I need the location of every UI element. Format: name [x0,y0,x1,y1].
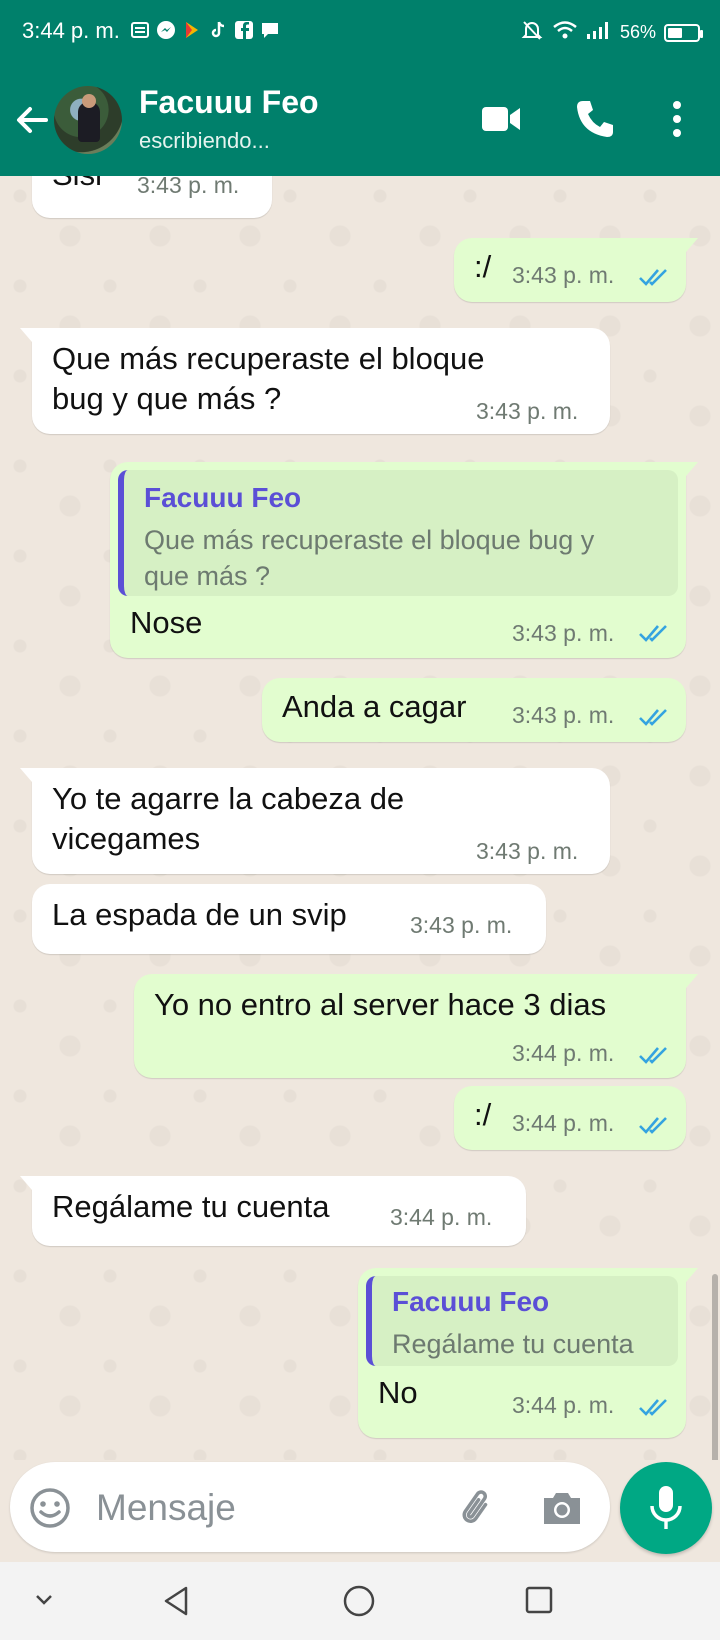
chat-header: Facuuu Feo escribiendo... [0,66,720,176]
news-icon [130,20,150,40]
message-text: Nose [130,605,203,640]
read-ticks-icon [639,625,667,642]
message-outgoing[interactable]: :/ 3:43 p. m. [454,238,698,302]
contact-name[interactable]: Facuuu Feo [139,84,319,121]
scrollbar[interactable] [712,1274,718,1460]
attach-icon[interactable] [456,1486,500,1535]
collapse-icon[interactable] [32,1590,56,1615]
message-incoming[interactable]: Yo te agarre la cabeza de vicegames 3:43… [20,768,610,874]
phone-icon[interactable] [574,98,616,145]
quoted-message[interactable]: Facuuu Feo Regálame tu cuenta [366,1276,678,1366]
message-time: 3:44 p. m. [512,1040,615,1066]
messenger-icon [156,20,176,40]
quoted-sender: Facuuu Feo [144,482,302,513]
camera-icon[interactable] [540,1488,584,1533]
mic-icon [648,1484,684,1537]
quoted-text-line1: Que más recuperaste el bloque bug y [144,525,595,555]
play-games-icon [182,20,202,40]
message-outgoing[interactable]: :/ 3:44 p. m. [454,1086,686,1150]
battery-percent: 56% [619,22,656,42]
message-composer [10,1462,610,1552]
message-text: No [378,1375,418,1410]
message-text-line1: Yo te agarre la cabeza de [52,781,405,816]
message-text: Yo no entro al server hace 3 dias [154,987,607,1022]
avatar-figure [78,102,100,142]
back-arrow-icon[interactable] [12,100,52,140]
read-ticks-icon [639,1399,667,1416]
status-bar: 3:44 p. m. 56% [0,0,720,66]
video-call-icon[interactable] [480,98,522,145]
read-ticks-icon [639,709,667,726]
message-text: Anda a cagar [282,689,467,724]
contact-status: escribiendo... [139,128,270,153]
back-icon[interactable] [160,1584,194,1623]
facebook-icon [234,20,254,40]
chat-area[interactable]: Sisi 3:43 p. m. :/ 3:43 p. m. Que más re… [0,176,720,1460]
message-outgoing[interactable]: Anda a cagar 3:43 p. m. [262,678,686,742]
recents-icon[interactable] [523,1584,555,1621]
message-time: 3:44 p. m. [512,1392,615,1418]
message-outgoing-reply[interactable]: Facuuu Feo Que más recuperaste el bloque… [110,462,698,658]
quoted-sender: Facuuu Feo [392,1286,550,1317]
signal-icon [586,19,612,46]
status-time: 3:44 p. m. [22,18,120,43]
read-ticks-icon [639,269,667,286]
message-incoming[interactable]: Regálame tu cuenta 3:44 p. m. [20,1176,526,1246]
quoted-message[interactable]: Facuuu Feo Que más recuperaste el bloque… [118,470,678,596]
message-text: Sisi [52,176,102,196]
system-icons: 56% [520,18,703,47]
wifi-icon [552,19,578,46]
message-text: La espada de un svip [52,897,347,932]
avatar[interactable] [54,86,122,154]
message-incoming[interactable]: Que más recuperaste el bloque bug y que … [20,328,610,434]
message-text: :/ [474,1097,492,1132]
message-incoming[interactable]: La espada de un svip 3:43 p. m. [32,884,546,954]
message-input[interactable] [94,1482,428,1534]
message-text-line2: vicegames [52,821,201,856]
muted-bell-icon [520,18,544,47]
message-icon [260,20,280,40]
message-time: 3:43 p. m. [410,912,513,938]
avatar-head [82,94,96,108]
message-time: 3:44 p. m. [512,1110,615,1136]
notification-icons [130,20,280,40]
battery-level [668,27,682,38]
read-ticks-icon [639,1117,667,1134]
battery-icon [664,23,703,42]
message-outgoing[interactable]: Yo no entro al server hace 3 dias 3:44 p… [134,974,698,1078]
message-time: 3:43 p. m. [512,702,615,728]
home-icon[interactable] [342,1584,376,1623]
mic-button[interactable] [620,1462,712,1554]
message-time: 3:44 p. m. [390,1204,493,1230]
message-text: :/ [474,249,492,284]
read-ticks-icon [639,1047,667,1064]
message-time: 3:43 p. m. [512,262,615,288]
tiktok-icon [208,20,228,40]
message-text-line2: bug y que más ? [52,381,282,416]
more-options-icon[interactable] [662,98,692,145]
message-text-line1: Que más recuperaste el bloque [52,341,485,376]
quoted-text: Regálame tu cuenta [392,1329,634,1359]
quoted-text-line2: que más ? [144,561,271,591]
message-time: 3:43 p. m. [476,398,579,424]
message-time: 3:43 p. m. [476,838,579,864]
emoji-icon[interactable] [28,1486,72,1535]
navigation-bar [0,1562,720,1640]
message-incoming[interactable]: Sisi 3:43 p. m. [32,176,272,218]
message-time: 3:43 p. m. [137,176,240,198]
message-text: Regálame tu cuenta [52,1189,330,1224]
message-time: 3:43 p. m. [512,620,615,646]
message-outgoing-reply[interactable]: Facuuu Feo Regálame tu cuenta No 3:44 p.… [358,1268,698,1438]
